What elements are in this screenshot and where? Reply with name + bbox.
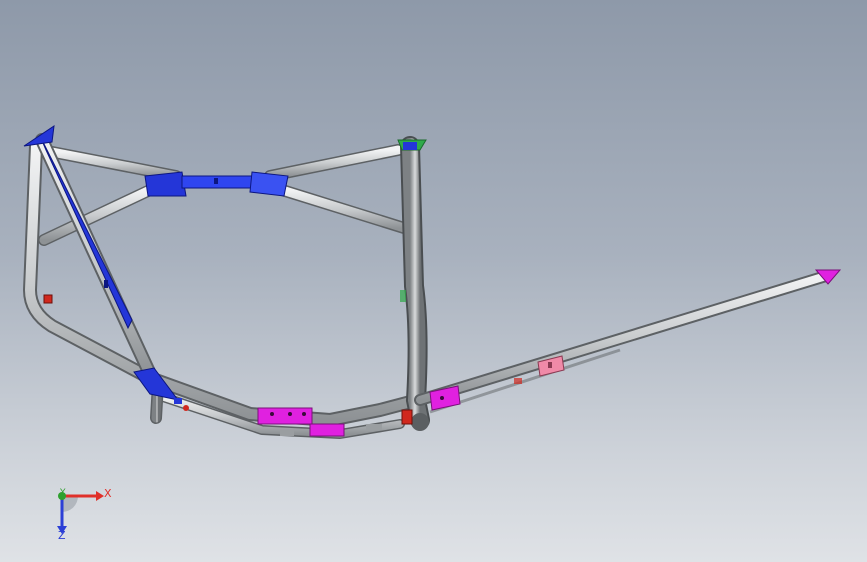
- rear-long-tube: [414, 269, 842, 414]
- frame-model[interactable]: [0, 0, 867, 562]
- upper-cross-brace: [38, 144, 410, 246]
- graphics-viewport[interactable]: X Y Z: [0, 0, 867, 562]
- y-axis-label: Y: [60, 488, 66, 498]
- x-axis-arrowhead: [96, 491, 104, 501]
- x-axis-label: X: [104, 487, 112, 500]
- center-bracket-blue: [144, 171, 289, 197]
- left-tab-red: [43, 294, 53, 304]
- z-axis-label: Z: [58, 529, 66, 542]
- right-vertical-post: [397, 136, 430, 431]
